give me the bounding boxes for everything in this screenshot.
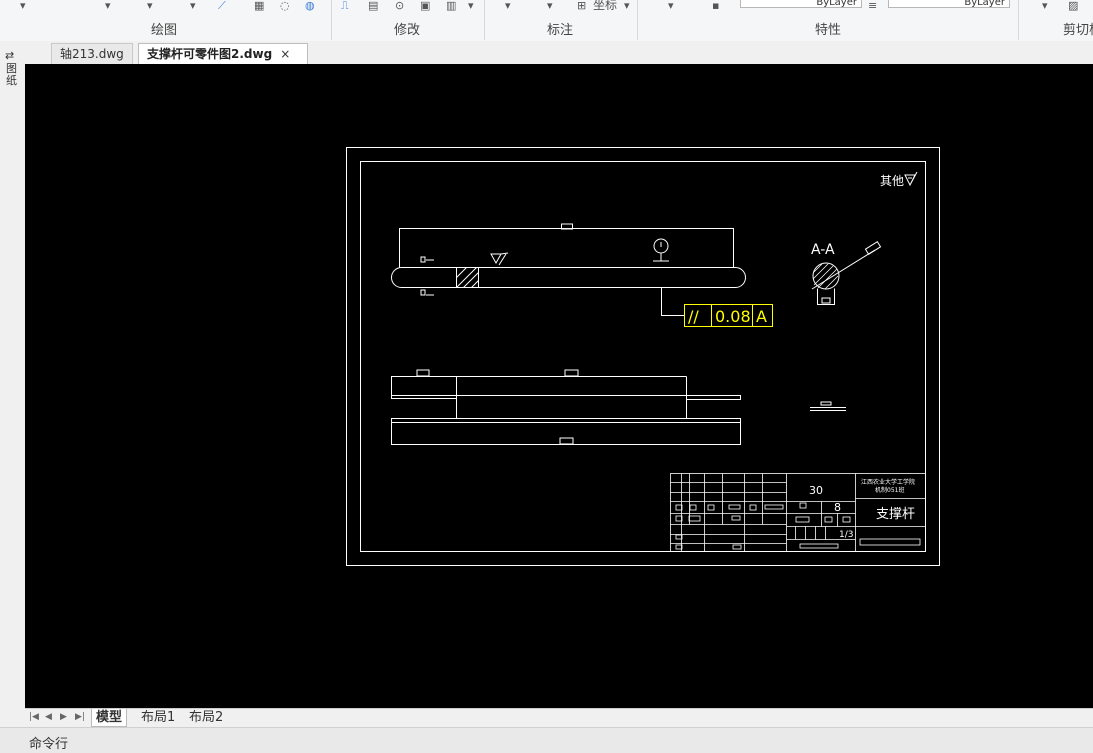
tab-label: 支撑杆可零件图2.dwg	[147, 47, 273, 61]
tolerance-value: 0.08	[715, 307, 751, 326]
tolerance-datum: A	[756, 307, 767, 326]
group-label-draw: 绘图	[150, 23, 177, 38]
section-label: A-A	[811, 242, 835, 258]
tab-file-axis[interactable]: 轴213.dwg	[51, 43, 133, 64]
dimension-tag	[564, 369, 579, 377]
group-label-clipboard: 剪切板	[1063, 23, 1093, 38]
dropdown-arrow-icon[interactable]: ▾	[147, 0, 153, 11]
coordinate-tool-label[interactable]: 坐标	[593, 0, 617, 11]
lineweight-select[interactable]: ByLayer	[888, 0, 1010, 8]
dimension-tag	[559, 437, 574, 445]
tolerance-symbol: //	[688, 307, 699, 326]
mirror-tool-icon[interactable]: ⎍	[341, 0, 349, 11]
sheet-set-icon[interactable]: ⇄	[5, 49, 14, 62]
dimension-tag	[416, 369, 430, 377]
ribbon: ▾ ▾ ▾ ▾ ⟋ ▦ ◌ ◍ 绘图 ⎍ ▤ ⊙ ▣ ▥ ▾ 修改 ▾ ▾ ⊞ …	[0, 0, 1093, 42]
coordinate-tool-icon[interactable]: ⊞	[577, 0, 586, 11]
shape-tool-icon[interactable]: ◌	[280, 0, 290, 11]
dropdown-arrow-icon[interactable]: ▾	[468, 0, 474, 11]
nav-last-icon[interactable]: ▶|	[75, 709, 85, 726]
hatch-lines	[456, 267, 479, 288]
front-view-top	[399, 228, 734, 268]
roughness-note: 其他	[880, 174, 904, 188]
dropdown-arrow-icon[interactable]: ▾	[1042, 0, 1048, 11]
dropdown-arrow-icon[interactable]: ▾	[505, 0, 511, 11]
file-tab-bar: 轴213.dwg 支撑杆可零件图2.dwg ×	[25, 41, 1093, 64]
close-icon[interactable]: ×	[280, 47, 290, 61]
surface-finish-symbol	[490, 253, 502, 265]
dimension-tag	[420, 256, 426, 263]
region-tool-icon[interactable]: ◍	[305, 0, 315, 11]
title-scale-number: 30	[809, 484, 823, 497]
title-part-name: 支撑杆	[876, 507, 915, 522]
tab-layout1[interactable]: 布局1	[141, 709, 175, 726]
nav-first-icon[interactable]: |◀	[29, 709, 39, 726]
title-quantity: 8	[834, 501, 841, 514]
dropdown-arrow-icon[interactable]: ▾	[547, 0, 553, 11]
group-separator	[1018, 0, 1019, 40]
group-label-annotate: 标注	[546, 23, 573, 38]
title-sheet-info: 1/3	[839, 530, 853, 540]
tolerance-leader	[661, 287, 685, 316]
tab-model[interactable]: 模型	[91, 709, 128, 727]
drawing-svg: // 0.08 A 其他 A-A 30 8 1/3 江西农业大学工学院 机制05…	[346, 147, 940, 566]
edit-tool-icon[interactable]: ▥	[446, 0, 456, 11]
title-school: 江西农业大学工学院	[861, 478, 915, 486]
lineweight-icon[interactable]: ≡	[868, 0, 877, 11]
dropdown-arrow-icon[interactable]: ▾	[624, 0, 630, 11]
top-view-right-tab	[686, 395, 741, 400]
group-separator	[331, 0, 332, 40]
sheet-set-label[interactable]: 图纸	[6, 63, 19, 87]
copy-tool-icon[interactable]: ▤	[368, 0, 378, 11]
layout-tab-bar: |◀ ◀ ▶ ▶| 模型 布局1 布局2	[25, 708, 1093, 728]
color-picker-icon[interactable]: ▪	[712, 0, 719, 11]
group-separator	[637, 0, 638, 40]
nav-prev-icon[interactable]: ◀	[45, 709, 52, 726]
dropdown-arrow-icon[interactable]: ▾	[20, 0, 26, 11]
group-separator	[484, 0, 485, 40]
hatch-tool-icon[interactable]: ▦	[254, 0, 264, 11]
command-line[interactable]: 命令行	[0, 727, 1093, 753]
tab-label: 轴213.dwg	[60, 47, 124, 61]
section-tag	[821, 297, 831, 304]
command-line-label: 命令行	[29, 737, 69, 752]
group-label-properties: 特性	[814, 23, 841, 38]
line-tool-icon[interactable]: ⟋	[218, 0, 226, 11]
left-sidebar: ⇄ 图纸	[0, 41, 25, 711]
detail-mark	[820, 401, 832, 406]
tab-file-support-rod[interactable]: 支撑杆可零件图2.dwg ×	[138, 43, 308, 64]
rotate-tool-icon[interactable]: ⊙	[395, 0, 404, 11]
tab-layout2[interactable]: 布局2	[189, 709, 223, 726]
sheet-inner-border	[360, 161, 926, 552]
section-circle	[812, 262, 840, 290]
drawing-canvas[interactable]: // 0.08 A 其他 A-A 30 8 1/3 江西农业大学工学院 机制05…	[25, 64, 1093, 710]
dropdown-arrow-icon[interactable]: ▾	[105, 0, 111, 11]
paste-icon[interactable]: ▨	[1068, 0, 1078, 11]
dropdown-arrow-icon[interactable]: ▾	[190, 0, 196, 11]
title-class: 机制051班	[875, 486, 904, 494]
dropdown-arrow-icon[interactable]: ▾	[668, 0, 674, 11]
sheet-outer-border	[346, 147, 940, 566]
dimension-tag	[420, 289, 426, 296]
nav-next-icon[interactable]: ▶	[60, 709, 67, 726]
section-tag	[864, 241, 882, 255]
linetype-select[interactable]: ByLayer	[740, 0, 862, 8]
group-label-modify: 修改	[393, 23, 420, 38]
rod-body	[391, 267, 746, 288]
roughness-symbol-icon	[904, 171, 918, 187]
section-tab	[817, 288, 835, 305]
scale-tool-icon[interactable]: ▣	[420, 0, 430, 11]
surface-finish-tail	[500, 252, 509, 255]
